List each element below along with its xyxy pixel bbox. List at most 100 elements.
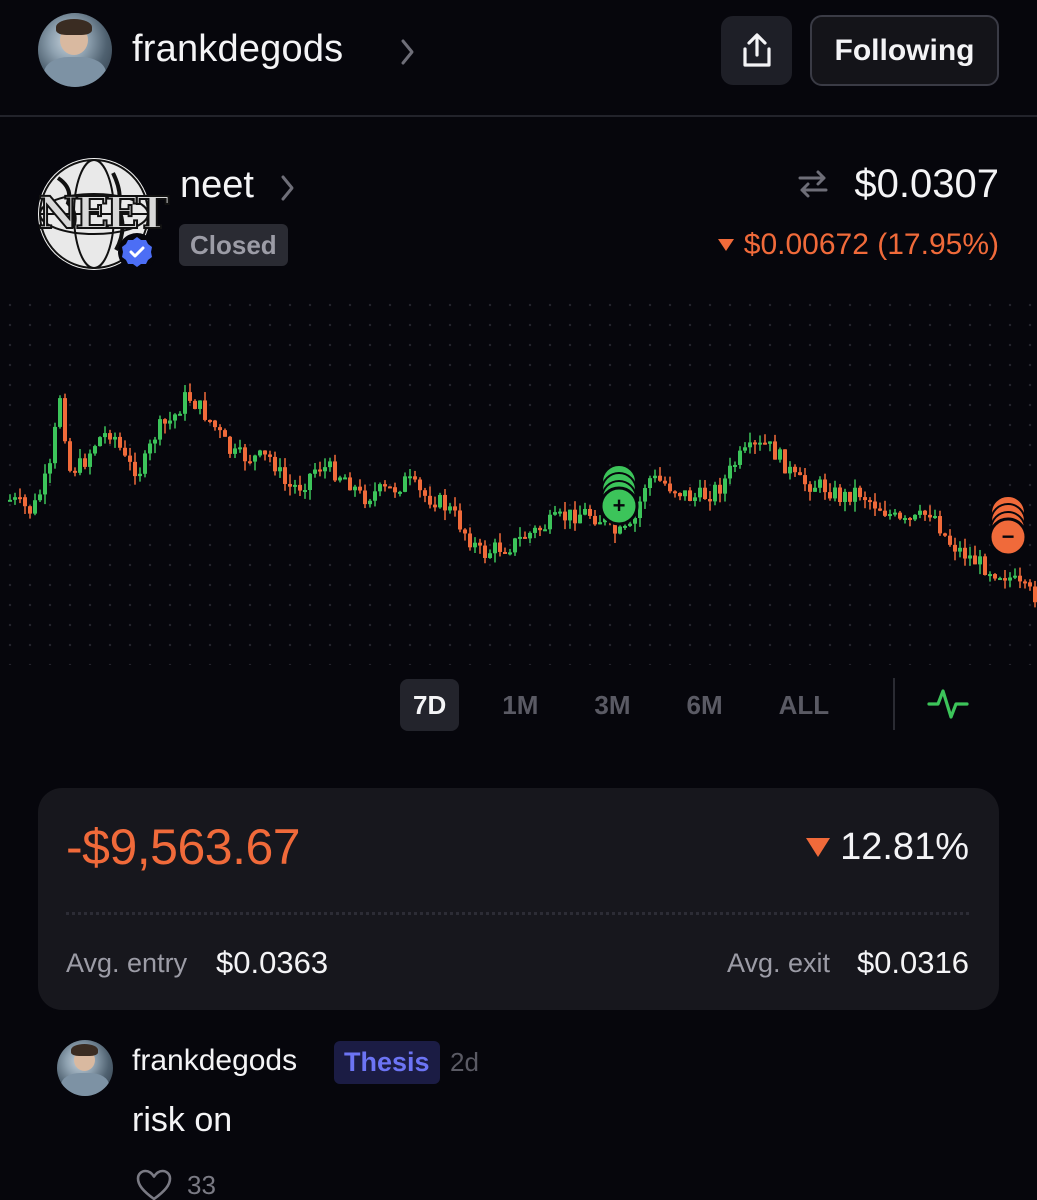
candle-body <box>973 555 977 565</box>
candle-body <box>58 398 62 427</box>
candle-body <box>828 492 832 499</box>
buy-marker-label: + <box>613 493 626 518</box>
following-button[interactable]: Following <box>810 15 999 86</box>
candle-body <box>138 473 142 477</box>
range-tab-7d[interactable]: 7D <box>400 679 460 731</box>
candle-body <box>343 477 347 480</box>
candle-body <box>448 506 452 511</box>
range-tab-3m[interactable]: 3M <box>581 679 643 731</box>
comment-avatar[interactable] <box>57 1040 113 1096</box>
candle-body <box>53 426 57 464</box>
candle-body <box>418 479 422 491</box>
candle-body <box>388 486 392 489</box>
candle-body <box>1008 577 1012 581</box>
share-button[interactable] <box>721 16 792 85</box>
down-triangle-icon <box>806 838 831 857</box>
candle-body <box>413 476 417 480</box>
candle-body <box>893 512 897 515</box>
candle-body <box>903 518 907 521</box>
line-chart-icon[interactable] <box>927 686 969 722</box>
candle-body <box>473 542 477 548</box>
sell-marker[interactable]: − <box>988 495 1028 557</box>
candle-body <box>728 465 732 479</box>
candle-body <box>898 512 902 519</box>
price-change: $0.00672 (17.95%) <box>717 228 999 262</box>
candle-body <box>988 574 992 577</box>
candle-body <box>238 447 242 450</box>
comment-username[interactable]: frankdegods <box>132 1044 297 1078</box>
candle-body <box>838 487 842 503</box>
candle-body <box>1028 582 1032 587</box>
candle-body <box>493 542 497 554</box>
token-logo-text: NEET <box>37 187 170 240</box>
candle-body <box>533 527 537 533</box>
candle-body <box>618 526 622 534</box>
swap-arrows-icon[interactable] <box>796 169 830 199</box>
candle-body <box>968 555 972 559</box>
candle-body <box>258 450 262 456</box>
candle-body <box>943 533 947 536</box>
candlestick-chart[interactable]: +− <box>0 295 1037 665</box>
candle-body <box>403 476 407 492</box>
divider <box>66 912 969 915</box>
candle-body <box>488 553 492 558</box>
candle-body <box>118 436 122 448</box>
candle-body <box>1018 575 1022 582</box>
candle-body <box>718 484 722 494</box>
candle-body <box>688 490 692 501</box>
profile-username[interactable]: frankdegods <box>132 28 343 71</box>
candle-body <box>13 497 17 500</box>
candle-body <box>438 494 442 508</box>
verified-badge-icon <box>118 233 156 271</box>
candle-body <box>853 487 857 502</box>
candle-body <box>173 414 177 421</box>
candle-body <box>763 442 767 445</box>
candle-body <box>68 441 72 471</box>
range-tab-all[interactable]: ALL <box>766 679 843 731</box>
heart-icon[interactable] <box>135 1168 173 1200</box>
candle-body <box>478 542 482 546</box>
candle-body <box>153 439 157 444</box>
chevron-right-icon[interactable] <box>279 173 297 203</box>
candle-body <box>168 420 172 424</box>
candle-body <box>408 476 412 479</box>
like-count: 33 <box>187 1170 216 1200</box>
candle-body <box>293 484 297 487</box>
candle-body <box>598 522 602 525</box>
candle-body <box>758 442 762 445</box>
candle-body <box>233 448 237 454</box>
candle-body <box>528 532 532 539</box>
chevron-right-icon[interactable] <box>398 36 418 68</box>
candle-body <box>263 450 267 455</box>
candle-body <box>918 510 922 515</box>
avg-entry-label: Avg. entry <box>66 948 188 978</box>
candle-body <box>668 483 672 492</box>
candle-body <box>713 484 717 502</box>
candle-body <box>163 419 167 424</box>
candle-body <box>578 514 582 524</box>
candle-body <box>588 508 592 516</box>
candle-body <box>678 493 682 497</box>
avatar[interactable] <box>38 13 112 87</box>
down-triangle-icon <box>717 239 734 251</box>
candle-body <box>793 466 797 473</box>
buy-marker[interactable]: + <box>599 464 639 526</box>
candle-body <box>743 447 747 451</box>
candle-body <box>128 455 132 462</box>
range-tab-6m[interactable]: 6M <box>674 679 736 731</box>
candle-body <box>788 466 792 474</box>
candle-body <box>508 552 512 555</box>
candle-body <box>933 516 937 519</box>
candle-body <box>628 523 632 526</box>
price-change-value: $0.00672 (17.95%) <box>743 228 999 261</box>
candle-body <box>33 500 37 514</box>
token-name[interactable]: neet <box>180 164 254 207</box>
candle-body <box>778 449 782 460</box>
candle-body <box>313 469 317 474</box>
range-tab-1m[interactable]: 1M <box>489 679 551 731</box>
candle-body <box>768 441 772 444</box>
candle-body <box>278 467 282 472</box>
comment-time: 2d <box>450 1047 479 1077</box>
candle-body <box>178 413 182 416</box>
candle-body <box>703 487 707 500</box>
